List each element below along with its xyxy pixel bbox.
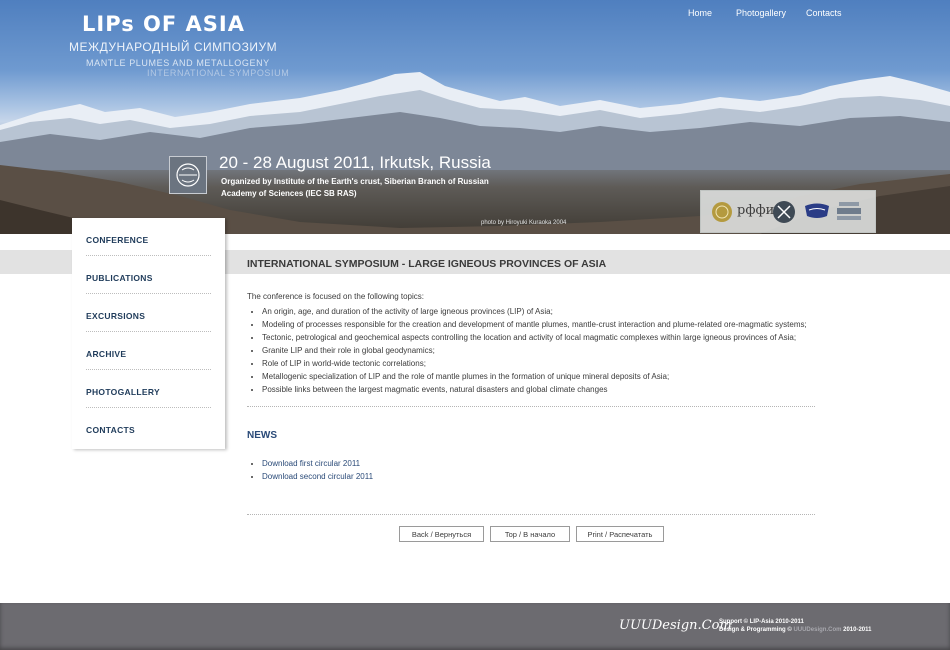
top-button[interactable]: Top / В начало bbox=[490, 526, 570, 542]
intro-text: The conference is focused on the followi… bbox=[247, 292, 424, 301]
sidebar-item-conference[interactable]: CONFERENCE bbox=[86, 218, 211, 256]
support-text: Support © LIP-Asia 2010-2011 bbox=[719, 619, 804, 625]
academy-seal-icon bbox=[712, 202, 732, 222]
sidebar-item-contacts[interactable]: CONTACTS bbox=[86, 408, 211, 446]
sponsor-logos: рффи bbox=[700, 190, 876, 233]
sidebar-item-excursions[interactable]: EXCURSIONS bbox=[86, 294, 211, 332]
event-date: 20 - 28 August 2011, Irkutsk, Russia bbox=[219, 153, 491, 172]
hammer-seal-icon bbox=[773, 201, 795, 223]
lips-badge-icon bbox=[805, 203, 829, 218]
designer-logo[interactable]: UUUDesign.Com bbox=[619, 618, 732, 633]
divider bbox=[247, 514, 815, 515]
topics-list: An origin, age, and duration of the acti… bbox=[247, 305, 822, 396]
news-item: Download first circular 2011 bbox=[262, 457, 373, 470]
institute-building-icon bbox=[837, 202, 861, 220]
top-nav-home[interactable]: Home bbox=[688, 8, 736, 18]
footer: UUUDesign.Com Support © LIP-Asia 2010-20… bbox=[0, 603, 950, 650]
designer-site-link[interactable]: UUUDesign.Com bbox=[793, 627, 841, 633]
main-content: The conference is focused on the followi… bbox=[247, 290, 822, 396]
news-item: Download second circular 2011 bbox=[262, 470, 373, 483]
design-credit-label: Design & Programming © bbox=[719, 627, 792, 633]
logo-subtitle-en2: INTERNATIONAL SYMPOSIUM bbox=[147, 68, 290, 78]
divider bbox=[247, 406, 815, 407]
header-banner: LIPs OF ASIA МЕЖДУНАРОДНЫЙ СИМПОЗИУМ MAN… bbox=[0, 0, 950, 234]
design-credit: Design & Programming © UUUDesign.Com 201… bbox=[719, 626, 872, 634]
top-nav: Home Photogallery Contacts bbox=[688, 8, 842, 18]
logo-subtitle-en: MANTLE PLUMES AND METALLOGENY bbox=[86, 58, 270, 68]
site-logo[interactable]: LIPs OF ASIA bbox=[82, 12, 245, 36]
footer-credits: Support © LIP-Asia 2010-2011 Design & Pr… bbox=[719, 618, 872, 634]
event-organizer: Organized by Institute of the Earth's cr… bbox=[221, 177, 489, 198]
top-nav-contacts[interactable]: Contacts bbox=[806, 8, 842, 18]
list-item: Possible links between the largest magma… bbox=[262, 383, 822, 396]
institute-emblem-icon bbox=[169, 156, 207, 194]
rffi-logo: рффи bbox=[737, 203, 775, 218]
sidebar: CONFERENCE PUBLICATIONS EXCURSIONS ARCHI… bbox=[72, 218, 225, 449]
news-list: Download first circular 2011 Download se… bbox=[247, 457, 373, 483]
list-item: Modeling of processes responsible for th… bbox=[262, 318, 822, 331]
sidebar-item-archive[interactable]: ARCHIVE bbox=[86, 332, 211, 370]
list-item: An origin, age, and duration of the acti… bbox=[262, 305, 822, 318]
news-heading: NEWS bbox=[247, 430, 277, 441]
list-item: Role of LIP in world-wide tectonic corre… bbox=[262, 357, 822, 370]
page-title: INTERNATIONAL SYMPOSIUM - LARGE IGNEOUS … bbox=[247, 258, 607, 270]
download-first-circular-link[interactable]: Download first circular 2011 bbox=[262, 459, 360, 468]
sidebar-item-photogallery[interactable]: PHOTOGALLERY bbox=[86, 370, 211, 408]
print-button[interactable]: Print / Распечатать bbox=[576, 526, 664, 542]
photo-credit: photo by Hiroyuki Kuraoka 2004 bbox=[481, 220, 567, 226]
back-button[interactable]: Back / Вернуться bbox=[399, 526, 484, 542]
logo-subtitle-ru: МЕЖДУНАРОДНЫЙ СИМПОЗИУМ bbox=[69, 40, 278, 54]
list-item: Granite LIP and their role in global geo… bbox=[262, 344, 822, 357]
list-item: Tectonic, petrological and geochemical a… bbox=[262, 331, 822, 344]
top-nav-photogallery[interactable]: Photogallery bbox=[736, 8, 806, 18]
download-second-circular-link[interactable]: Download second circular 2011 bbox=[262, 472, 373, 481]
design-credit-years: 2010-2011 bbox=[843, 627, 872, 633]
list-item: Metallogenic specialization of LIP and t… bbox=[262, 370, 822, 383]
sidebar-item-publications[interactable]: PUBLICATIONS bbox=[86, 256, 211, 294]
